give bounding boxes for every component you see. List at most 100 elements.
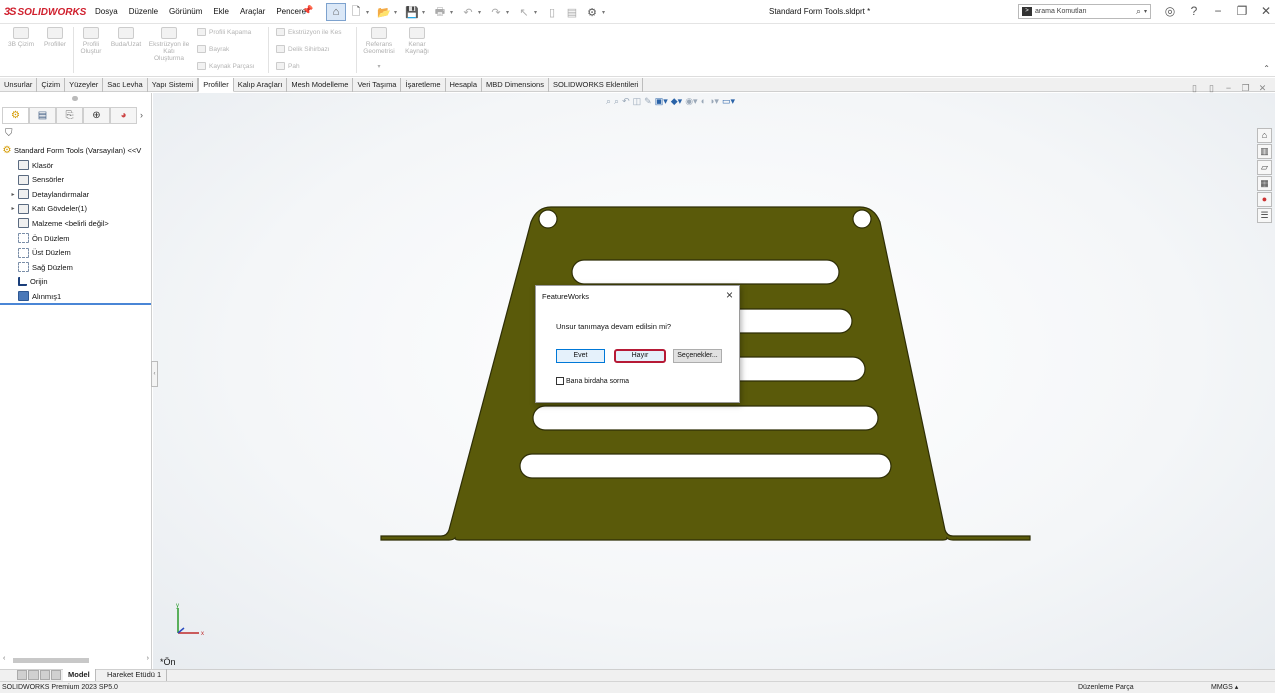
- chevron-down-icon[interactable]: ▾: [1144, 8, 1147, 15]
- zoom-to-fit-icon[interactable]: ⌕: [606, 96, 611, 107]
- view-palette-icon[interactable]: ▦: [1257, 176, 1272, 191]
- select-arrow-icon[interactable]: ↖: [514, 3, 534, 21]
- minimize-icon[interactable]: −: [1206, 4, 1230, 18]
- display-manager-tab[interactable]: ◕: [110, 107, 137, 124]
- help-icon[interactable]: ?: [1182, 4, 1206, 18]
- search-icon[interactable]: ⌕: [1136, 6, 1141, 17]
- menu-duzenle[interactable]: Düzenle: [129, 7, 158, 16]
- yes-button[interactable]: Evet: [556, 349, 605, 363]
- tab-cizim[interactable]: Çizim: [37, 78, 66, 92]
- file-explorer-icon[interactable]: ▱: [1257, 160, 1272, 175]
- viewport-close-icon[interactable]: ✕: [1254, 83, 1271, 94]
- feature-manager-tab[interactable]: ⚙: [2, 107, 29, 124]
- property-manager-tab[interactable]: ▤: [29, 107, 56, 124]
- file-properties-icon[interactable]: ▤: [562, 3, 582, 21]
- print-icon[interactable]: 🖶: [430, 3, 450, 21]
- tree-item[interactable]: Klasör: [0, 158, 53, 172]
- tab-isaretleme[interactable]: İşaretleme: [401, 78, 446, 92]
- unit-system-button[interactable]: MMGS ▴: [1211, 682, 1238, 693]
- menu-ekle[interactable]: Ekle: [213, 7, 229, 16]
- tile-view-icon[interactable]: ▯: [1203, 83, 1220, 94]
- expand-arrow-icon[interactable]: ▸: [8, 205, 18, 212]
- tab-hesapla[interactable]: Hesapla: [446, 78, 483, 92]
- redo-icon[interactable]: ↷: [486, 3, 506, 21]
- scroll-thumb[interactable]: [13, 658, 89, 663]
- tab-scroll-buttons[interactable]: [17, 670, 61, 680]
- ribbon-trim-extend-button[interactable]: Buda/Uzat: [108, 27, 144, 48]
- tree-item[interactable]: Alınmış1: [0, 289, 61, 303]
- checkbox-box[interactable]: [556, 377, 564, 385]
- chevron-down-icon[interactable]: ▾: [422, 9, 430, 16]
- tab-yapi-sistemi[interactable]: Yapı Sistemi: [148, 78, 199, 92]
- tree-item[interactable]: Ön Düzlem: [0, 231, 70, 245]
- chevron-down-icon[interactable]: ▾: [450, 9, 458, 16]
- chevron-down-icon[interactable]: ▾: [506, 9, 514, 16]
- scroll-left-icon[interactable]: ‹: [3, 655, 5, 662]
- ribbon-hole-wizard-button[interactable]: Delik Sihirbazı: [276, 45, 330, 53]
- viewport-restore-icon[interactable]: ❐: [1237, 83, 1254, 94]
- restore-icon[interactable]: ❐: [1230, 4, 1254, 18]
- ribbon-gusset-button[interactable]: Bayrak: [197, 45, 229, 53]
- user-account-icon[interactable]: ◎: [1158, 4, 1182, 18]
- chevron-down-icon[interactable]: ▾: [374, 64, 384, 71]
- ribbon-extrude-boss-button[interactable]: Ekstrüzyon ile Katı Oluşturma: [148, 27, 190, 62]
- ribbon-weld-bead-button[interactable]: Kaynak Parçası: [197, 62, 255, 70]
- custom-properties-icon[interactable]: ☰: [1257, 208, 1272, 223]
- ribbon-chamfer-button[interactable]: Pah: [276, 62, 300, 70]
- tab-kalip-araclari[interactable]: Kalıp Araçları: [234, 78, 288, 92]
- undo-icon[interactable]: ↶: [458, 3, 478, 21]
- dont-ask-again-checkbox[interactable]: Bana birdaha sorma: [556, 377, 629, 385]
- chevron-down-icon[interactable]: ▾: [478, 9, 486, 16]
- ribbon-end-cap-button[interactable]: Profili Kapama: [197, 28, 251, 36]
- tree-root[interactable]: ⚙ Standard Form Tools (Varsayılan) <<V: [0, 143, 142, 157]
- hide-show-items-icon[interactable]: ◉▾: [685, 96, 697, 107]
- tab-sac-levha[interactable]: Sac Levha: [103, 78, 148, 92]
- filter-icon[interactable]: ⛉: [5, 128, 13, 139]
- zoom-to-area-icon[interactable]: ⌕: [614, 96, 619, 107]
- rebuild-icon[interactable]: ▯: [542, 3, 562, 21]
- collapse-ribbon-icon[interactable]: ⌃: [1263, 64, 1270, 73]
- close-icon[interactable]: ✕: [1254, 4, 1275, 18]
- tab-solidworks-eklentileri[interactable]: SOLIDWORKS Eklentileri: [549, 78, 644, 92]
- appearances-icon[interactable]: ●: [1257, 192, 1272, 207]
- section-view-icon[interactable]: ◫: [633, 96, 642, 107]
- ribbon-3d-sketch-button[interactable]: 3B Çizim: [4, 27, 38, 48]
- rollback-bar[interactable]: [0, 303, 151, 305]
- view-orientation-icon[interactable]: ▣▾: [655, 96, 668, 107]
- tree-item[interactable]: ▸ Katı Gövdeler(1): [0, 202, 87, 216]
- panel-grip[interactable]: [72, 96, 78, 101]
- configuration-manager-tab[interactable]: ⎘: [56, 107, 83, 124]
- tree-item[interactable]: Malzeme <belirli değil>: [0, 216, 109, 230]
- ribbon-profiles-button[interactable]: Profiller: [39, 27, 71, 48]
- dialog-close-icon[interactable]: ×: [726, 288, 733, 302]
- menu-araclar[interactable]: Araçlar: [240, 7, 265, 16]
- tab-unsurlar[interactable]: Unsurlar: [0, 78, 38, 92]
- edit-appearance-icon[interactable]: ◐: [701, 96, 706, 107]
- scroll-right-icon[interactable]: ›: [147, 655, 149, 662]
- dimxpert-manager-tab[interactable]: ⊕: [83, 107, 110, 124]
- expand-arrow-icon[interactable]: ▸: [8, 191, 18, 198]
- solidworks-resources-icon[interactable]: ⌂: [1257, 128, 1272, 143]
- new-document-icon[interactable]: 🗋: [346, 3, 366, 21]
- view-settings-icon[interactable]: ▭▾: [722, 96, 735, 107]
- chevron-down-icon[interactable]: ▾: [602, 9, 610, 16]
- menu-dosya[interactable]: Dosya: [95, 7, 118, 16]
- options-gear-icon[interactable]: ⚙: [582, 3, 602, 21]
- menu-gorunum[interactable]: Görünüm: [169, 7, 202, 16]
- ribbon-reference-geometry-button[interactable]: Referans Geometrisi: [359, 27, 399, 55]
- tab-motion-study[interactable]: Hareket Etüdü 1: [102, 669, 168, 681]
- tree-item[interactable]: Sensörler: [0, 173, 64, 187]
- dynamic-annotation-icon[interactable]: ✎: [644, 96, 652, 107]
- ribbon-extruded-cut-button[interactable]: Ekstrüzyon ile Kes: [276, 28, 341, 36]
- tab-model[interactable]: Model: [63, 669, 96, 681]
- tab-veri-tasima[interactable]: Veri Taşıma: [353, 78, 402, 92]
- tab-mbd-dimensions[interactable]: MBD Dimensions: [482, 78, 549, 92]
- tab-profiller[interactable]: Profiller: [198, 78, 234, 92]
- tab-mesh-modelleme[interactable]: Mesh Modelleme: [287, 78, 354, 92]
- solidworks-logo[interactable]: 3S SOLIDWORKS: [4, 5, 86, 19]
- chevron-down-icon[interactable]: ▾: [366, 9, 374, 16]
- chevron-down-icon[interactable]: ▾: [394, 9, 402, 16]
- no-button[interactable]: Hayır: [614, 349, 666, 363]
- options-button[interactable]: Seçenekler...: [673, 349, 722, 363]
- split-view-icon[interactable]: ▯: [1186, 83, 1203, 94]
